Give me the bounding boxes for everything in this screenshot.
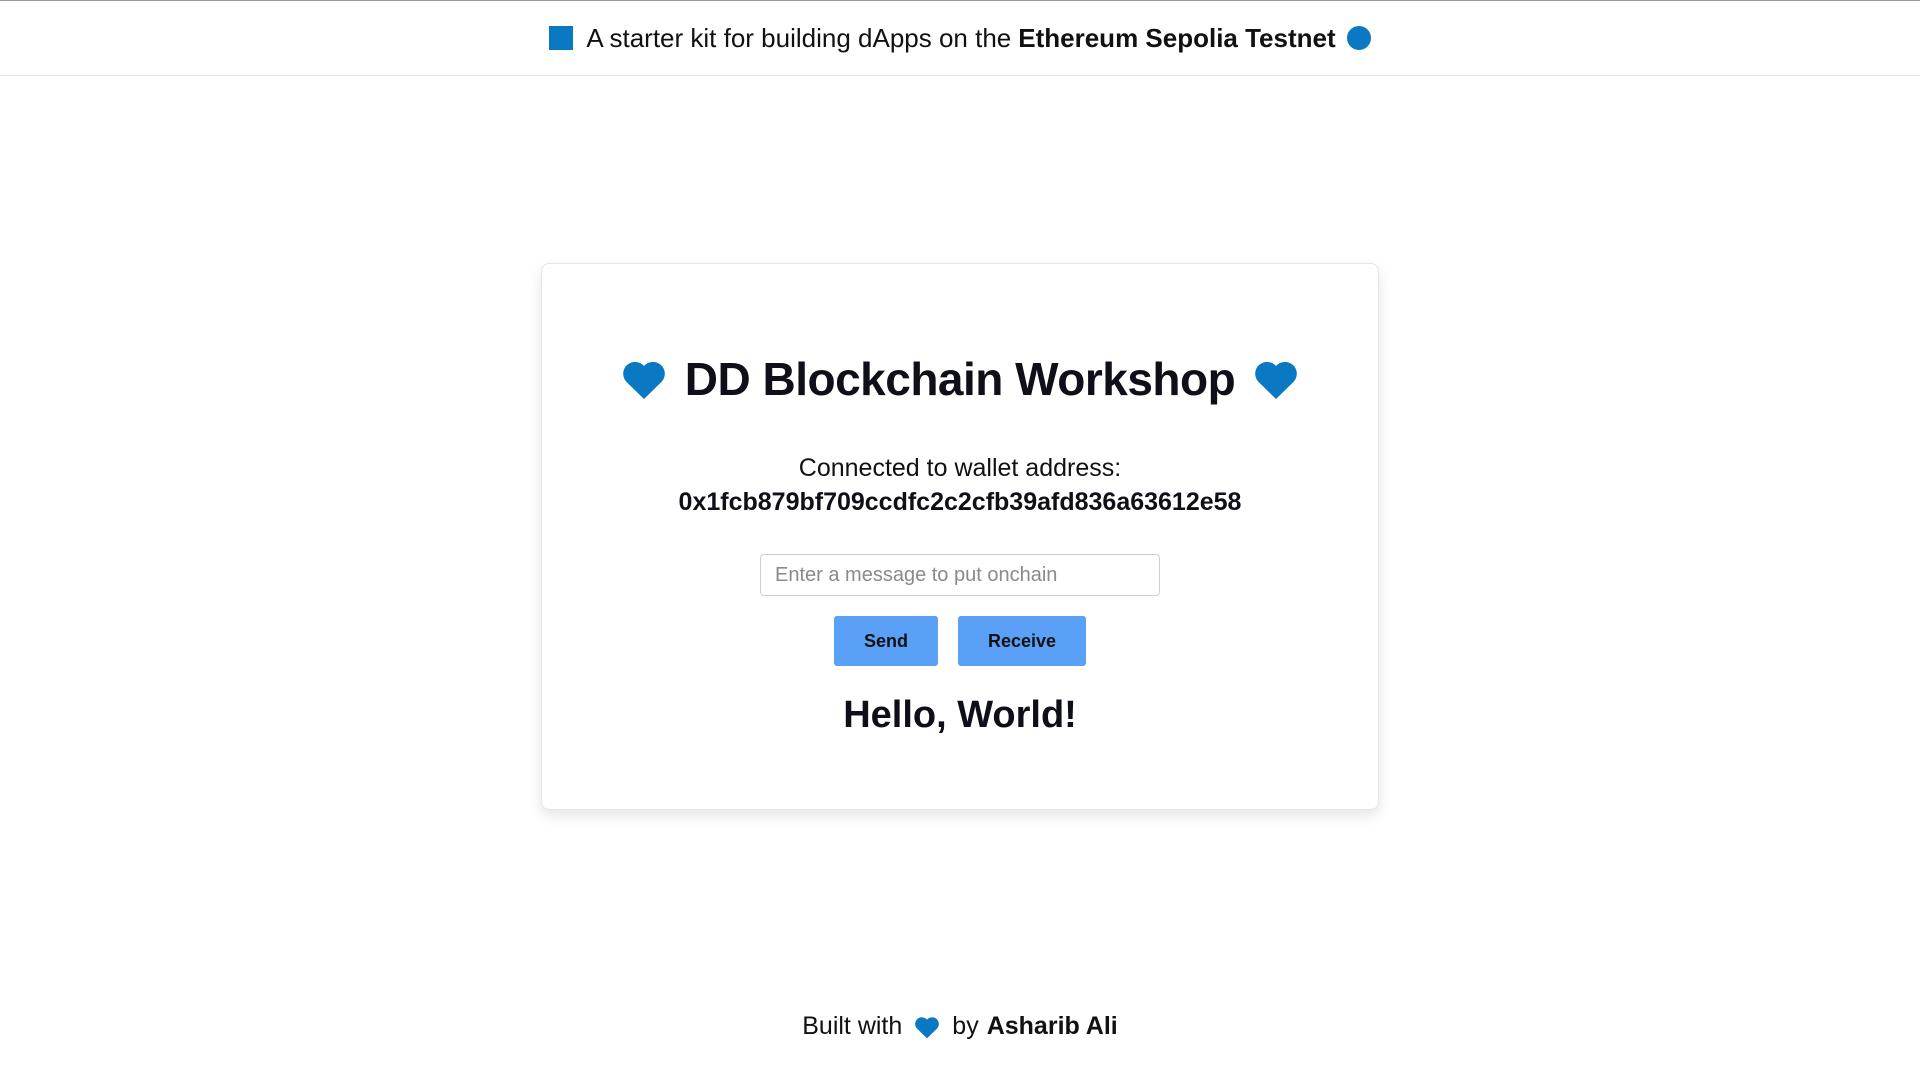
top-banner: A starter kit for building dApps on the … <box>0 0 1920 76</box>
heart-icon <box>914 1015 940 1039</box>
wallet-address: 0x1fcb879bf709ccdfc2c2cfb39afd836a63612e… <box>678 488 1242 516</box>
message-input[interactable] <box>760 554 1160 596</box>
network-name: Ethereum Sepolia Testnet <box>1018 22 1336 53</box>
heart-icon <box>1253 358 1299 400</box>
page-title: DD Blockchain Workshop <box>684 353 1236 405</box>
footer: Built with by Asharib Ali <box>0 1012 1920 1041</box>
main-card: DD Blockchain Workshop Connected to wall… <box>541 263 1379 810</box>
banner-text: A starter kit for building dApps on the <box>586 22 1012 53</box>
built-with-text: Built with <box>802 1012 903 1040</box>
blue-square-icon <box>549 26 574 50</box>
send-button[interactable]: Send <box>834 616 938 666</box>
title-row: DD Blockchain Workshop <box>542 352 1378 406</box>
connected-label: Connected to wallet address: <box>798 454 1122 482</box>
blue-circle-icon <box>1346 26 1371 50</box>
author-name: Asharib Ali <box>986 1012 1118 1040</box>
receive-button[interactable]: Receive <box>958 616 1086 666</box>
by-text: by <box>952 1012 979 1040</box>
message-output: Hello, World! <box>843 694 1077 736</box>
heart-icon <box>621 358 667 400</box>
